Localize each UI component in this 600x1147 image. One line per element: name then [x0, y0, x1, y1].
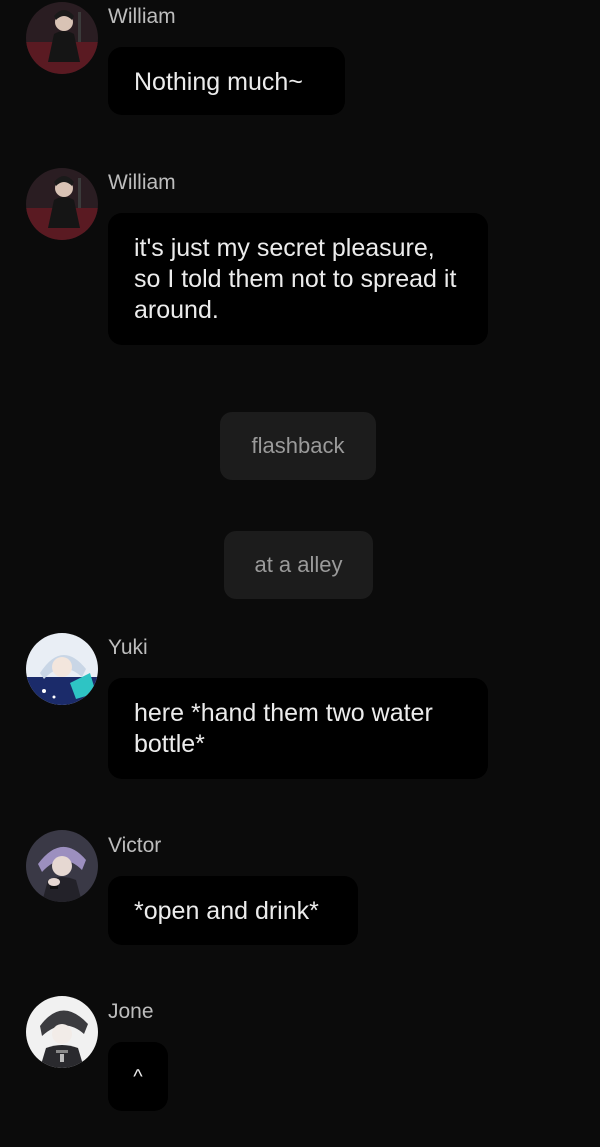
- message-bubble[interactable]: here *hand them two water bottle*: [108, 678, 488, 779]
- sender-name: Jone: [108, 1000, 154, 1023]
- message-bubble[interactable]: *open and drink*: [108, 876, 358, 945]
- system-message: flashback: [220, 412, 376, 480]
- william-avatar[interactable]: [26, 168, 98, 240]
- sender-name: William: [108, 171, 176, 194]
- victor-avatar[interactable]: [26, 830, 98, 902]
- jone-avatar[interactable]: [26, 996, 98, 1068]
- sender-name: William: [108, 5, 176, 28]
- sender-name: Victor: [108, 834, 162, 857]
- message-bubble[interactable]: it's just my secret pleasure, so I told …: [108, 213, 488, 345]
- message-bubble[interactable]: ^: [108, 1042, 168, 1111]
- system-message: at a alley: [224, 531, 373, 599]
- william-avatar[interactable]: [26, 2, 98, 74]
- sender-name: Yuki: [108, 636, 148, 659]
- message-bubble[interactable]: Nothing much~: [108, 47, 345, 115]
- yuki-avatar[interactable]: [26, 633, 98, 705]
